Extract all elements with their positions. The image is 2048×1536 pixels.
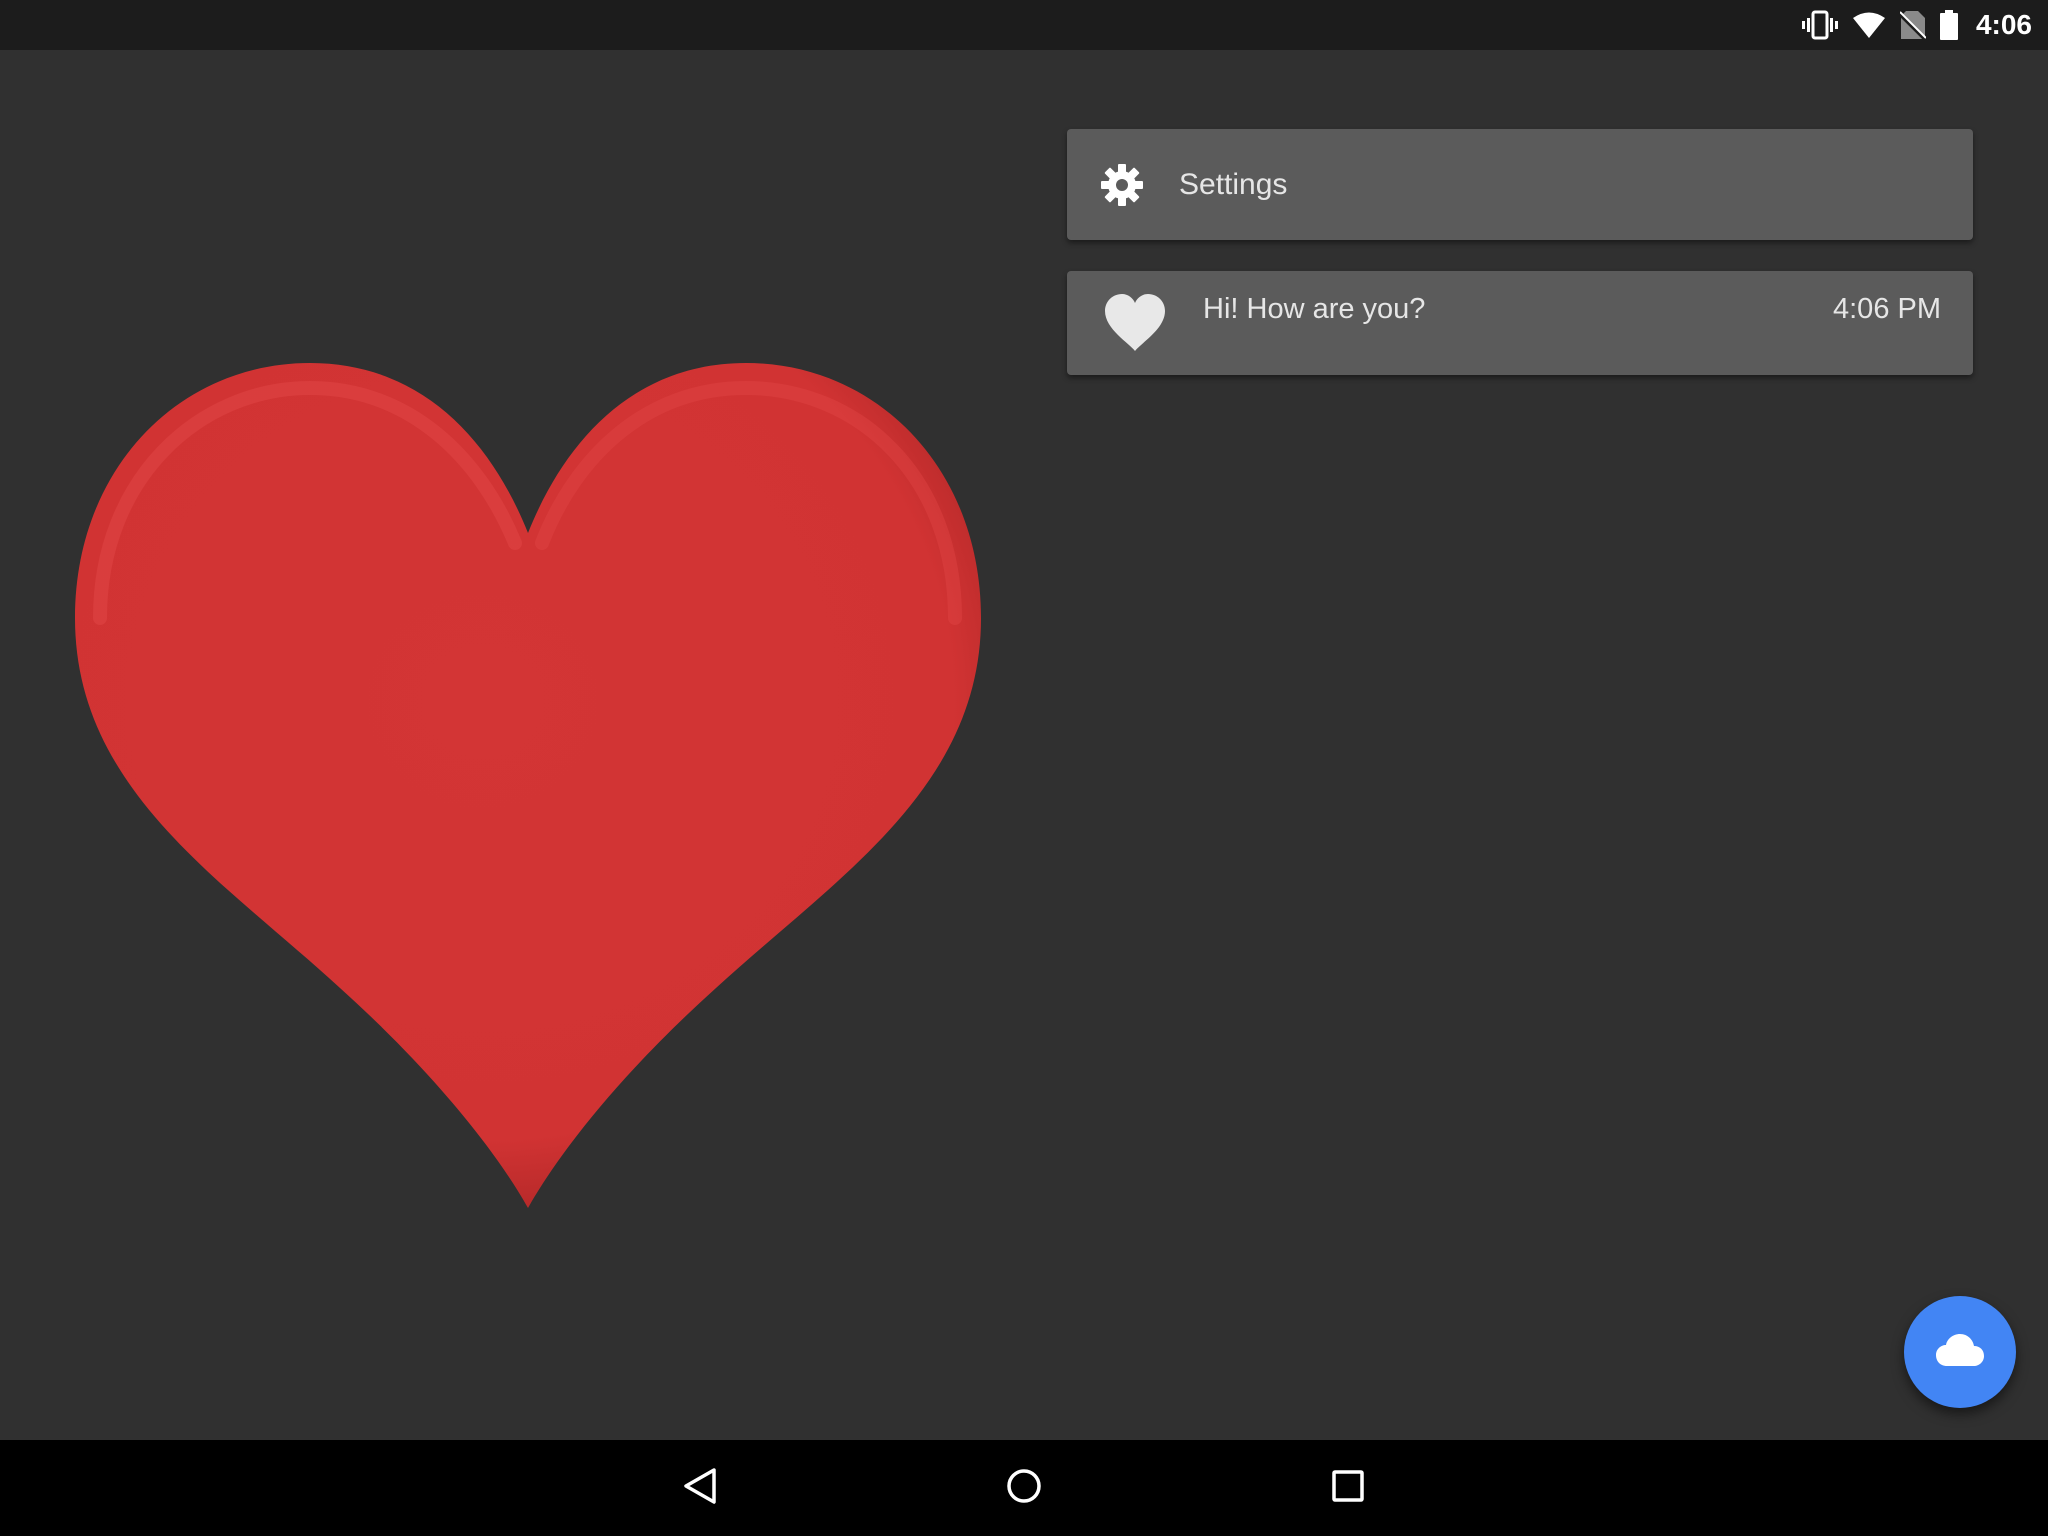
recents-button[interactable] (1318, 1458, 1378, 1518)
heart-illustration (60, 318, 1000, 1218)
back-button[interactable] (670, 1458, 730, 1518)
status-bar: 4:06 (0, 0, 2048, 50)
no-sim-icon (1899, 0, 1926, 50)
home-icon (1004, 1466, 1044, 1510)
status-time: 4:06 (1975, 9, 2032, 40)
home-button[interactable] (994, 1458, 1054, 1518)
battery-icon (1939, 0, 1958, 50)
gear-icon (1099, 162, 1145, 208)
settings-label: Settings (1179, 167, 1288, 201)
heart-icon (1103, 293, 1167, 353)
vibrate-icon (1801, 0, 1838, 50)
message-time: 4:06 PM (1833, 293, 1941, 325)
wifi-icon (1852, 0, 1886, 50)
message-text: Hi! How are you? (1203, 293, 1426, 325)
message-card[interactable]: Hi! How are you? 4:06 PM (1067, 271, 1973, 375)
navigation-bar (0, 1440, 2048, 1536)
back-icon (680, 1466, 720, 1510)
settings-card[interactable]: Settings (1067, 129, 1973, 240)
cloud-icon (1935, 1333, 1985, 1371)
cloud-fab-button[interactable] (1904, 1296, 2016, 1408)
main-content: Settings Hi! How are you? 4:06 PM (0, 50, 2048, 1440)
recents-icon (1328, 1466, 1368, 1510)
